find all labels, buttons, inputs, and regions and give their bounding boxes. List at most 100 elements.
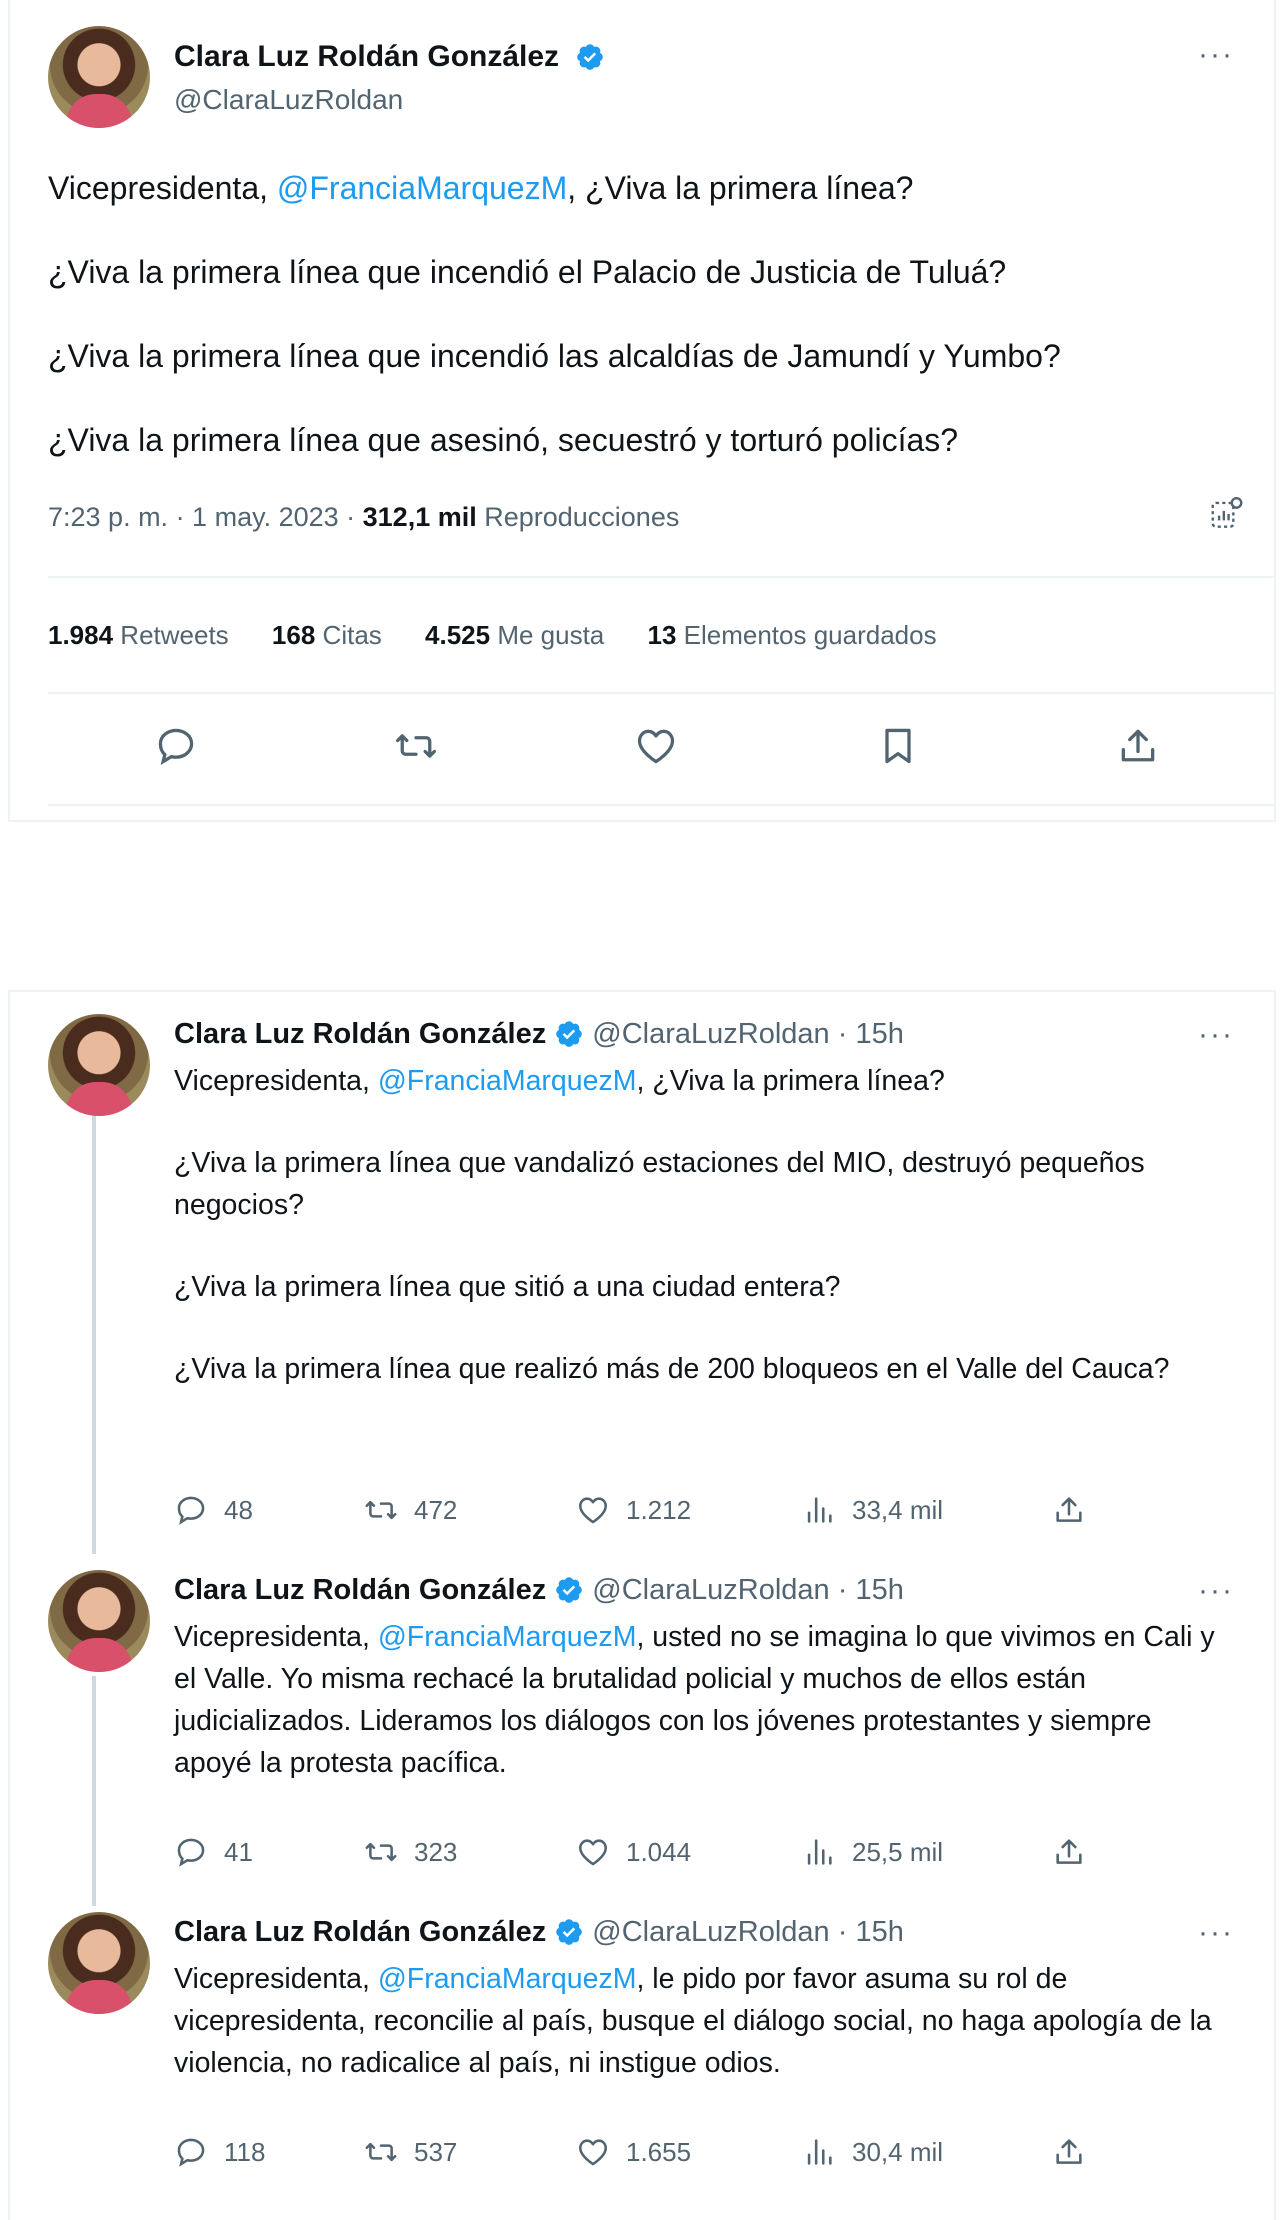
bookmark-button[interactable] [876,724,920,768]
retweets-count: 1.984 [48,620,114,650]
text: Vicepresidenta, [174,1963,378,1995]
text: , ¿Viva la primera línea? [567,170,914,206]
share-button[interactable] [1052,1830,1102,1874]
reply-button[interactable]: 48 [174,1488,253,1532]
tweet-paragraph: Vicepresidenta, @FranciaMarquezM, ¿Viva … [174,1060,1234,1102]
retweet-button[interactable]: 537 [364,2130,457,2174]
heart-icon [634,724,678,768]
reply-button[interactable]: 41 [174,1830,253,1874]
heart-icon [576,1493,610,1527]
views-count: 30,4 mil [852,2136,944,2167]
retweet-count: 472 [414,1494,458,1525]
retweet-button[interactable]: 472 [364,1488,457,1532]
author-handle[interactable]: @ClaraLuzRoldan [592,1574,829,1606]
views-icon [802,1493,836,1527]
reply-count: 118 [224,2136,266,2167]
avatar[interactable] [48,1570,150,1672]
retweet-button[interactable] [394,724,438,768]
likes-count: 4.525 [425,620,491,650]
tweet-time[interactable]: · 15h [830,1916,904,1948]
mention-link[interactable]: @FranciaMarquezM [277,170,567,206]
retweet-count: 537 [414,2136,458,2167]
verified-badge-icon [554,1019,584,1049]
more-options-icon[interactable]: ··· [1198,1918,1234,1948]
more-options-icon[interactable]: ··· [1198,40,1234,70]
share-button[interactable] [1052,1488,1102,1532]
views-icon [802,2135,836,2169]
share-button[interactable] [1052,2130,1102,2174]
tweet-text-line: ¿Viva la primera línea que asesinó, secu… [48,422,959,458]
tweet-actions: 48 472 1.212 33,4 mil [174,1488,1134,1532]
retweet-icon [364,1493,398,1527]
retweets-stat[interactable]: 1.984 Retweets [48,620,229,650]
tweet-metadata: 7:23 p. m. · 1 may. 2023 · 312,1 mil Rep… [48,502,679,533]
views-button[interactable]: 25,5 mil [802,1830,943,1874]
analytics-icon[interactable] [1208,494,1246,534]
bookmarks-stat[interactable]: 13 Elementos guardados [648,620,937,650]
thread-connector [92,1114,96,1554]
tweet-time[interactable]: · 15h [830,1574,904,1606]
divider [48,692,1274,694]
mention-link[interactable]: @FranciaMarquezM [378,1065,637,1097]
share-button[interactable] [1116,724,1160,768]
retweet-icon [364,2135,398,2169]
text: , ¿Viva la primera línea? [636,1065,945,1097]
tweet-actions: 41 323 1.044 25,5 mil [174,1830,1134,1874]
main-tweet-card: Clara Luz Roldán González @ClaraLuzRolda… [8,0,1276,822]
views-icon [802,1835,836,1869]
tweet-header: Clara Luz Roldán González @ClaraLuzRolda… [174,1018,904,1051]
thread-card: Clara Luz Roldán González @ClaraLuzRolda… [8,990,1276,2220]
text: Vicepresidenta, [48,170,277,206]
avatar[interactable] [48,1912,150,2014]
author-name[interactable]: Clara Luz Roldán González [174,40,605,74]
like-button[interactable] [634,724,678,768]
author-name[interactable]: Clara Luz Roldán González [174,1916,546,1948]
heart-icon [576,1835,610,1869]
views-button[interactable]: 33,4 mil [802,1488,943,1532]
tweet-paragraph: Vicepresidenta, @FranciaMarquezM, le pid… [174,1958,1234,2084]
likes-stat[interactable]: 4.525 Me gusta [425,620,604,650]
author-name-text[interactable]: Clara Luz Roldán González [174,40,559,73]
more-options-icon[interactable]: ··· [1198,1576,1234,1606]
quotes-label: Citas [315,620,382,650]
like-button[interactable]: 1.212 [576,1488,691,1532]
tweet-time[interactable]: · 15h [830,1018,904,1050]
retweet-count: 323 [414,1836,458,1867]
like-count: 1.044 [626,1836,692,1867]
mention-link[interactable]: @FranciaMarquezM [378,1621,637,1653]
bookmarks-label: Elementos guardados [676,620,937,650]
views-count: 33,4 mil [852,1494,944,1525]
reply-button[interactable]: 118 [174,2130,265,2174]
reply-count: 41 [224,1836,253,1867]
text: Vicepresidenta, [174,1621,378,1653]
timestamp-link[interactable]: 7:23 p. m. · 1 may. 2023 · [48,502,363,532]
like-button[interactable]: 1.044 [576,1830,691,1874]
reply-count: 48 [224,1494,253,1525]
retweet-icon [364,1835,398,1869]
verified-badge-icon [554,1917,584,1947]
like-button[interactable]: 1.655 [576,2130,691,2174]
bookmark-icon [876,724,920,768]
tweet-text: Vicepresidenta, @FranciaMarquezM, le pid… [174,1958,1234,2084]
author-handle[interactable]: @ClaraLuzRoldan [592,1916,829,1948]
avatar[interactable] [48,26,150,128]
likes-label: Me gusta [490,620,605,650]
like-count: 1.212 [626,1494,692,1525]
reply-button[interactable] [154,724,198,768]
author-name[interactable]: Clara Luz Roldán González [174,1018,546,1050]
retweet-icon [394,724,438,768]
author-handle[interactable]: @ClaraLuzRoldan [174,84,403,116]
quotes-stat[interactable]: 168 Citas [272,620,382,650]
views-button[interactable]: 30,4 mil [802,2130,943,2174]
tweet-paragraph: ¿Viva la primera línea que sitió a una c… [174,1271,841,1303]
author-name[interactable]: Clara Luz Roldán González [174,1574,546,1606]
verified-badge-icon [575,42,605,72]
share-icon [1052,2135,1086,2169]
avatar[interactable] [48,1014,150,1116]
mention-link[interactable]: @FranciaMarquezM [378,1963,637,1995]
author-handle[interactable]: @ClaraLuzRoldan [592,1018,829,1050]
retweet-button[interactable]: 323 [364,1830,457,1874]
share-icon [1052,1493,1086,1527]
tweet-text-line: Vicepresidenta, @FranciaMarquezM, ¿Viva … [48,168,913,208]
more-options-icon[interactable]: ··· [1198,1020,1234,1050]
